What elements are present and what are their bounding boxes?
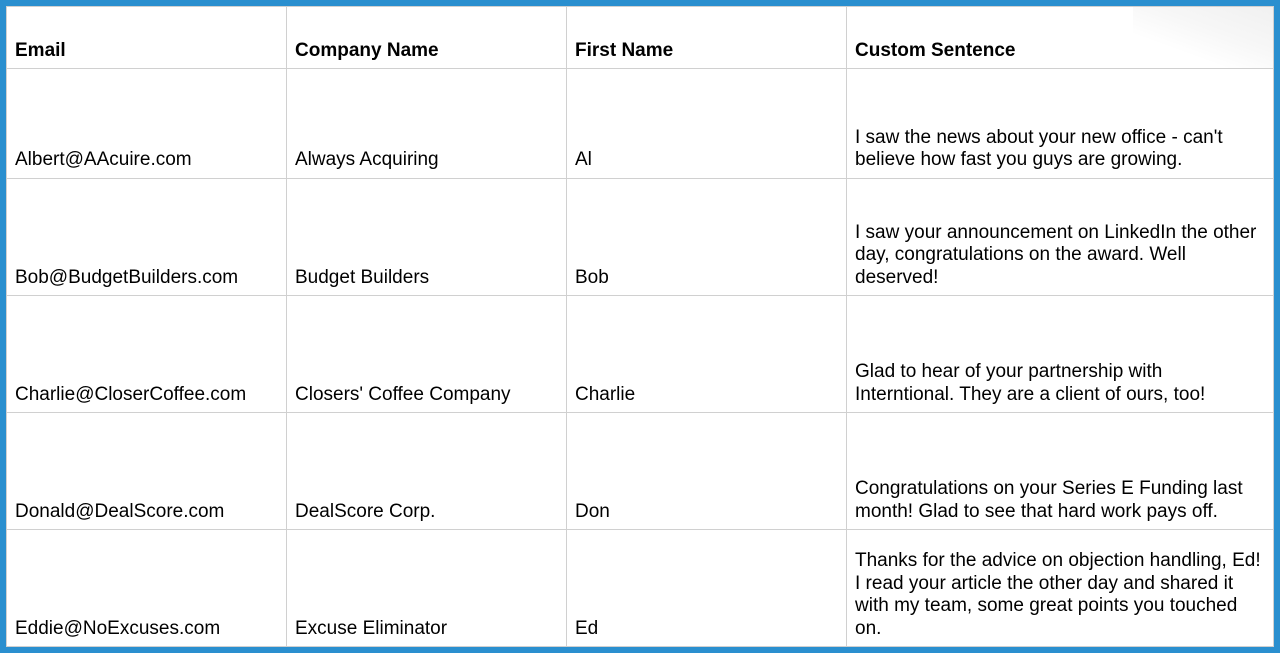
header-custom[interactable]: Custom Sentence [847, 7, 1274, 69]
cell-email[interactable]: Albert@AAcuire.com [7, 69, 287, 179]
cell-email[interactable]: Eddie@NoExcuses.com [7, 529, 287, 646]
header-first[interactable]: First Name [567, 7, 847, 69]
cell-email[interactable]: Charlie@CloserCoffee.com [7, 295, 287, 412]
header-row: Email Company Name First Name Custom Sen… [7, 7, 1274, 69]
cell-custom[interactable]: I saw your announcement on LinkedIn the … [847, 178, 1274, 295]
cell-custom[interactable]: Glad to hear of your partnership with In… [847, 295, 1274, 412]
table-row: Donald@DealScore.com DealScore Corp. Don… [7, 412, 1274, 529]
table-row: Bob@BudgetBuilders.com Budget Builders B… [7, 178, 1274, 295]
data-table: Email Company Name First Name Custom Sen… [6, 6, 1274, 647]
cell-custom[interactable]: Thanks for the advice on objection handl… [847, 529, 1274, 646]
table-row: Albert@AAcuire.com Always Acquiring Al I… [7, 69, 1274, 179]
cell-first[interactable]: Charlie [567, 295, 847, 412]
cell-company[interactable]: Excuse Eliminator [287, 529, 567, 646]
cell-company[interactable]: Budget Builders [287, 178, 567, 295]
table-row: Charlie@CloserCoffee.com Closers' Coffee… [7, 295, 1274, 412]
cell-custom[interactable]: Congratulations on your Series E Funding… [847, 412, 1274, 529]
spreadsheet-frame: Email Company Name First Name Custom Sen… [0, 0, 1280, 653]
cell-email[interactable]: Donald@DealScore.com [7, 412, 287, 529]
header-company[interactable]: Company Name [287, 7, 567, 69]
header-email[interactable]: Email [7, 7, 287, 69]
table-row: Eddie@NoExcuses.com Excuse Eliminator Ed… [7, 529, 1274, 646]
cell-first[interactable]: Al [567, 69, 847, 179]
cell-company[interactable]: Closers' Coffee Company [287, 295, 567, 412]
cell-first[interactable]: Ed [567, 529, 847, 646]
cell-first[interactable]: Bob [567, 178, 847, 295]
cell-company[interactable]: DealScore Corp. [287, 412, 567, 529]
cell-company[interactable]: Always Acquiring [287, 69, 567, 179]
cell-first[interactable]: Don [567, 412, 847, 529]
cell-email[interactable]: Bob@BudgetBuilders.com [7, 178, 287, 295]
cell-custom[interactable]: I saw the news about your new office - c… [847, 69, 1274, 179]
